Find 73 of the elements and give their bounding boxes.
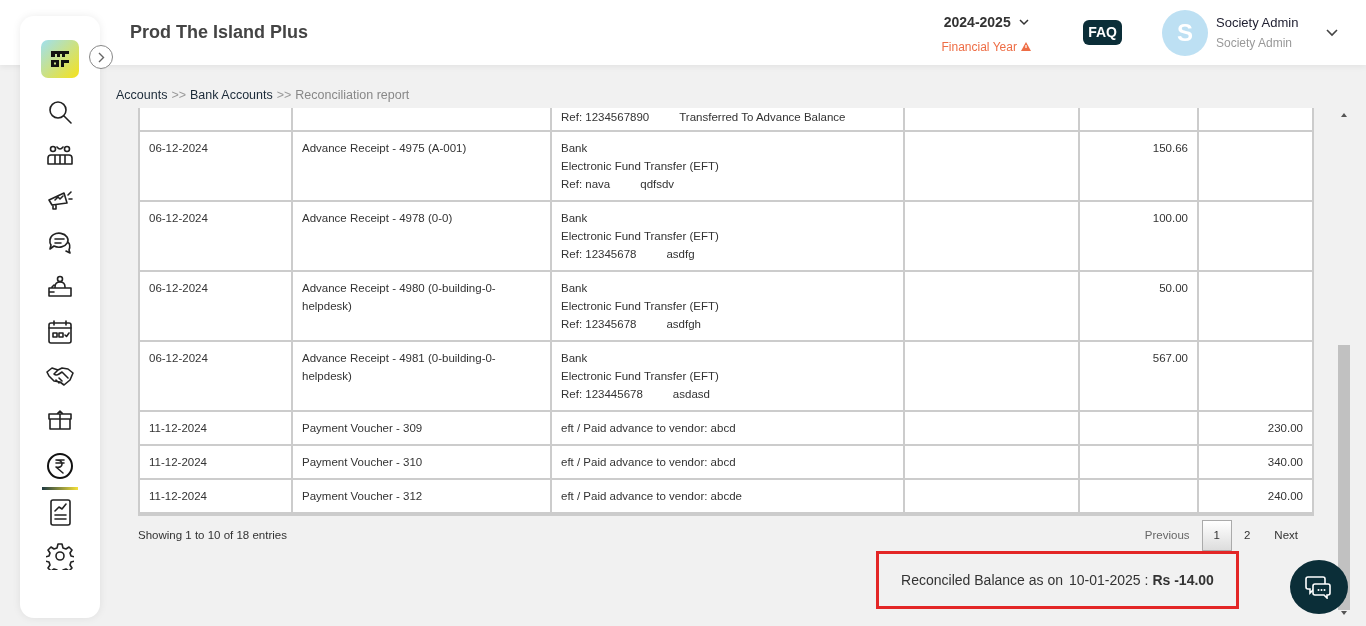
balance-label: Reconciled Balance as on bbox=[901, 570, 1063, 590]
remark-text: qdfsdv bbox=[640, 177, 675, 192]
reference-text: Ref: nava bbox=[561, 177, 611, 192]
breadcrumb-current: Reconciliation report bbox=[295, 87, 410, 104]
page-button[interactable]: 2 bbox=[1231, 520, 1263, 552]
faq-button[interactable]: FAQ bbox=[1083, 20, 1122, 45]
financial-year-label: Financial Year bbox=[941, 38, 1017, 56]
warning-icon bbox=[1020, 42, 1031, 51]
reference-text: Ref: 123445678 bbox=[561, 387, 643, 402]
remark-text: asdasd bbox=[672, 387, 710, 402]
table-cell: 567.00 bbox=[1152, 352, 1188, 364]
logo[interactable] bbox=[41, 40, 79, 78]
table-cell: Bank bbox=[561, 142, 588, 154]
table-cell: 340.00 bbox=[1267, 456, 1303, 468]
table-cell: 06-12-2024 bbox=[149, 142, 208, 154]
page-title: Prod The Island Plus bbox=[130, 21, 309, 44]
chat-button[interactable] bbox=[1290, 560, 1348, 614]
user-name: Society Admin bbox=[1216, 13, 1300, 32]
table-cell: eft / Paid advance to vendor: abcd bbox=[561, 422, 736, 434]
avatar: S bbox=[1162, 9, 1208, 56]
table-cell: Advance Receipt - 4981 (0-building-0-helpdesk) bbox=[302, 352, 496, 382]
table-cell: 230.00 bbox=[1267, 422, 1303, 434]
remark-text: asdfgh bbox=[666, 317, 701, 332]
chat-icon bbox=[1305, 575, 1333, 599]
chevron-icon[interactable] bbox=[1326, 28, 1338, 37]
table-cell: Electronic Fund Transfer (EFT) bbox=[561, 160, 719, 172]
table-cell: Electronic Fund Transfer (EFT) bbox=[561, 370, 719, 382]
table-cell: Bank bbox=[561, 282, 588, 294]
search-icon bbox=[46, 98, 74, 126]
reference-text: Ref: 1234567890 bbox=[561, 110, 650, 125]
table-cell: eft / Paid advance to vendor: abcde bbox=[561, 490, 742, 502]
previous-button[interactable]: Previous bbox=[1132, 520, 1202, 552]
balance-amount: Rs -14.00 bbox=[1152, 570, 1214, 590]
table-cell: eft / Paid advance to vendor: abcd bbox=[561, 456, 736, 468]
table-cell: Bank bbox=[561, 212, 588, 224]
table-cell: Bank bbox=[561, 352, 588, 364]
table-cell: 50.00 bbox=[1159, 282, 1188, 294]
table-cell: Payment Voucher - 309 bbox=[302, 422, 423, 434]
breadcrumb-link[interactable]: Accounts bbox=[116, 86, 168, 108]
table-cell: Advance Receipt - 4975 (A-001) bbox=[302, 142, 467, 154]
calendar-icon bbox=[46, 318, 74, 346]
table-cell: 11-12-2024 bbox=[149, 422, 207, 434]
table-cell: Advance Receipt - 4978 (0-0) bbox=[302, 212, 453, 224]
next-button[interactable]: Next bbox=[1262, 520, 1310, 552]
table-cell: 06-12-2024 bbox=[149, 282, 208, 294]
remark-text: asdfg bbox=[666, 247, 695, 262]
chevron-icon bbox=[1018, 18, 1029, 26]
breadcrumb-separator: >> bbox=[171, 87, 187, 104]
table-cell: Electronic Fund Transfer (EFT) bbox=[561, 230, 719, 242]
table-cell: Electronic Fund Transfer (EFT) bbox=[561, 300, 719, 312]
table-cell: 11-12-2024 bbox=[149, 456, 207, 468]
table-cell: 11-12-2024 bbox=[149, 490, 207, 502]
reference-text: Ref: 12345678 bbox=[561, 247, 637, 262]
table-cell: 06-12-2024 bbox=[149, 212, 208, 224]
table-cell: Payment Voucher - 310 bbox=[302, 456, 423, 468]
entries-info: Showing 1 to 10 of 18 entries bbox=[138, 528, 287, 543]
rupee-icon bbox=[46, 452, 74, 480]
year-dropdown[interactable]: 2024-2025 bbox=[943, 11, 1029, 33]
page-button[interactable]: 1 bbox=[1201, 520, 1232, 552]
breadcrumb-link[interactable]: Bank Accounts bbox=[190, 86, 273, 108]
gear-icon bbox=[46, 542, 74, 570]
table-cell: Advance Receipt - 4980 (0-building-0-helpdesk) bbox=[302, 282, 496, 312]
table-cell: 150.66 bbox=[1152, 142, 1188, 154]
chevron-icon bbox=[97, 51, 105, 63]
table-cell: 240.00 bbox=[1267, 490, 1303, 502]
balance-date: 10-01-2025 : bbox=[1069, 570, 1149, 590]
breadcrumb-separator: >> bbox=[276, 87, 292, 104]
reference-text: Ref: 12345678 bbox=[561, 317, 637, 332]
remark-text: Transferred To Advance Balance bbox=[679, 110, 846, 125]
table-cell: 100.00 bbox=[1152, 212, 1188, 224]
table-cell: Payment Voucher - 312 bbox=[302, 490, 423, 502]
user-role: Society Admin bbox=[1216, 35, 1294, 53]
table-cell: 06-12-2024 bbox=[149, 352, 208, 364]
